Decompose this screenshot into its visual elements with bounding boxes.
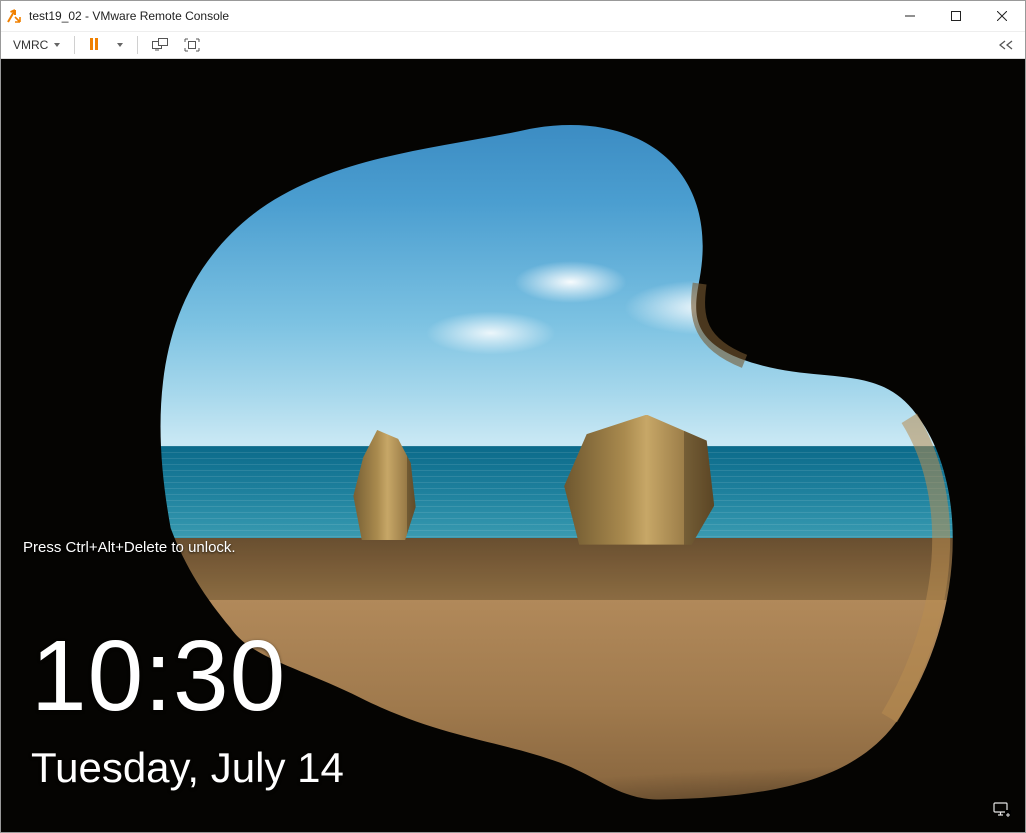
collapse-toolbar-button[interactable] xyxy=(993,34,1019,56)
lockscreen-info: 10:30 Tuesday, July 14 xyxy=(31,626,344,792)
pause-button[interactable] xyxy=(83,34,105,56)
vmrc-menu[interactable]: VMRC xyxy=(7,34,66,56)
minimize-button[interactable] xyxy=(887,1,933,31)
window-title: test19_02 - VMware Remote Console xyxy=(27,9,229,23)
app-icon xyxy=(1,9,27,23)
chevron-down-icon xyxy=(117,43,123,47)
pause-icon xyxy=(89,38,99,53)
app-window: test19_02 - VMware Remote Console VMRC xyxy=(0,0,1026,833)
vmrc-menu-label: VMRC xyxy=(13,38,48,52)
separator xyxy=(74,36,75,54)
remote-console[interactable]: Press Ctrl+Alt+Delete to unlock. 10:30 T… xyxy=(1,59,1025,832)
titlebar[interactable]: test19_02 - VMware Remote Console xyxy=(1,1,1025,31)
send-ctrl-alt-del-button[interactable] xyxy=(146,34,174,56)
wallpaper-rock xyxy=(564,415,714,545)
power-menu[interactable] xyxy=(109,34,129,56)
lockscreen-date: Tuesday, July 14 xyxy=(31,744,344,792)
fullscreen-button[interactable] xyxy=(178,34,206,56)
fullscreen-icon xyxy=(184,38,200,52)
toolbar: VMRC xyxy=(1,31,1025,59)
separator xyxy=(137,36,138,54)
lockscreen-time: 10:30 xyxy=(31,626,344,726)
wallpaper-clouds xyxy=(411,214,944,384)
chevron-down-icon xyxy=(54,43,60,47)
unlock-hint: Press Ctrl+Alt+Delete to unlock. xyxy=(23,539,236,556)
send-cad-icon xyxy=(152,38,168,52)
maximize-button[interactable] xyxy=(933,1,979,31)
network-tray-icon[interactable] xyxy=(993,801,1011,822)
double-chevron-left-icon xyxy=(999,40,1013,50)
close-button[interactable] xyxy=(979,1,1025,31)
